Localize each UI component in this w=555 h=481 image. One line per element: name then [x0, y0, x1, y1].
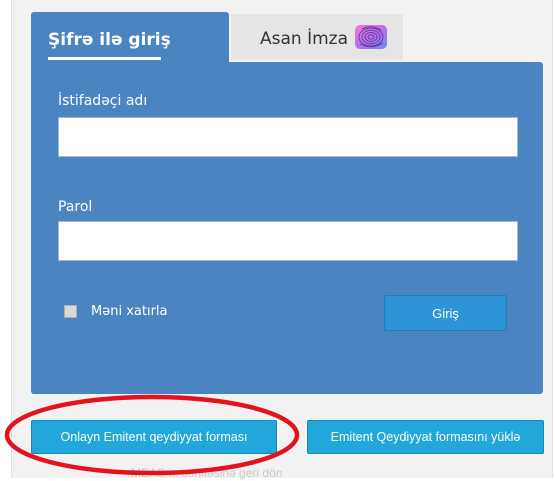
- username-input[interactable]: [58, 117, 518, 157]
- download-registration-button[interactable]: Emitent Qeydiyyat formasını yüklə: [307, 420, 544, 454]
- tab-asan-imza[interactable]: Asan İmza: [231, 14, 403, 60]
- password-input[interactable]: [58, 221, 518, 261]
- tab-asan-imza-label: Asan İmza: [260, 29, 348, 49]
- username-label: İstifadəçi adı: [58, 93, 148, 109]
- remember-me-label: Məni xatırla: [91, 304, 168, 319]
- fingerprint-icon: [355, 25, 387, 49]
- login-page: Şifrə ilə giriş Asan İmza İstifadəçi adı…: [0, 0, 555, 481]
- active-tab-indicator: [48, 57, 161, 60]
- login-button[interactable]: Giriş: [384, 295, 507, 331]
- remember-me-checkbox[interactable]: [64, 305, 77, 318]
- remember-me[interactable]: Məni xatırla: [64, 304, 168, 319]
- login-form: İstifadəçi adı Parol Məni xatırla Giriş: [31, 62, 543, 394]
- online-registration-button[interactable]: Onlayn Emitent qeydiyyat forması: [31, 420, 277, 454]
- back-link[interactable]: MEAS ... səhifəsinə geri dön: [131, 466, 282, 480]
- tab-password-login-label: Şifrə ilə giriş: [48, 30, 171, 50]
- tab-password-login[interactable]: Şifrə ilə giriş: [31, 12, 229, 64]
- password-label: Parol: [58, 199, 93, 215]
